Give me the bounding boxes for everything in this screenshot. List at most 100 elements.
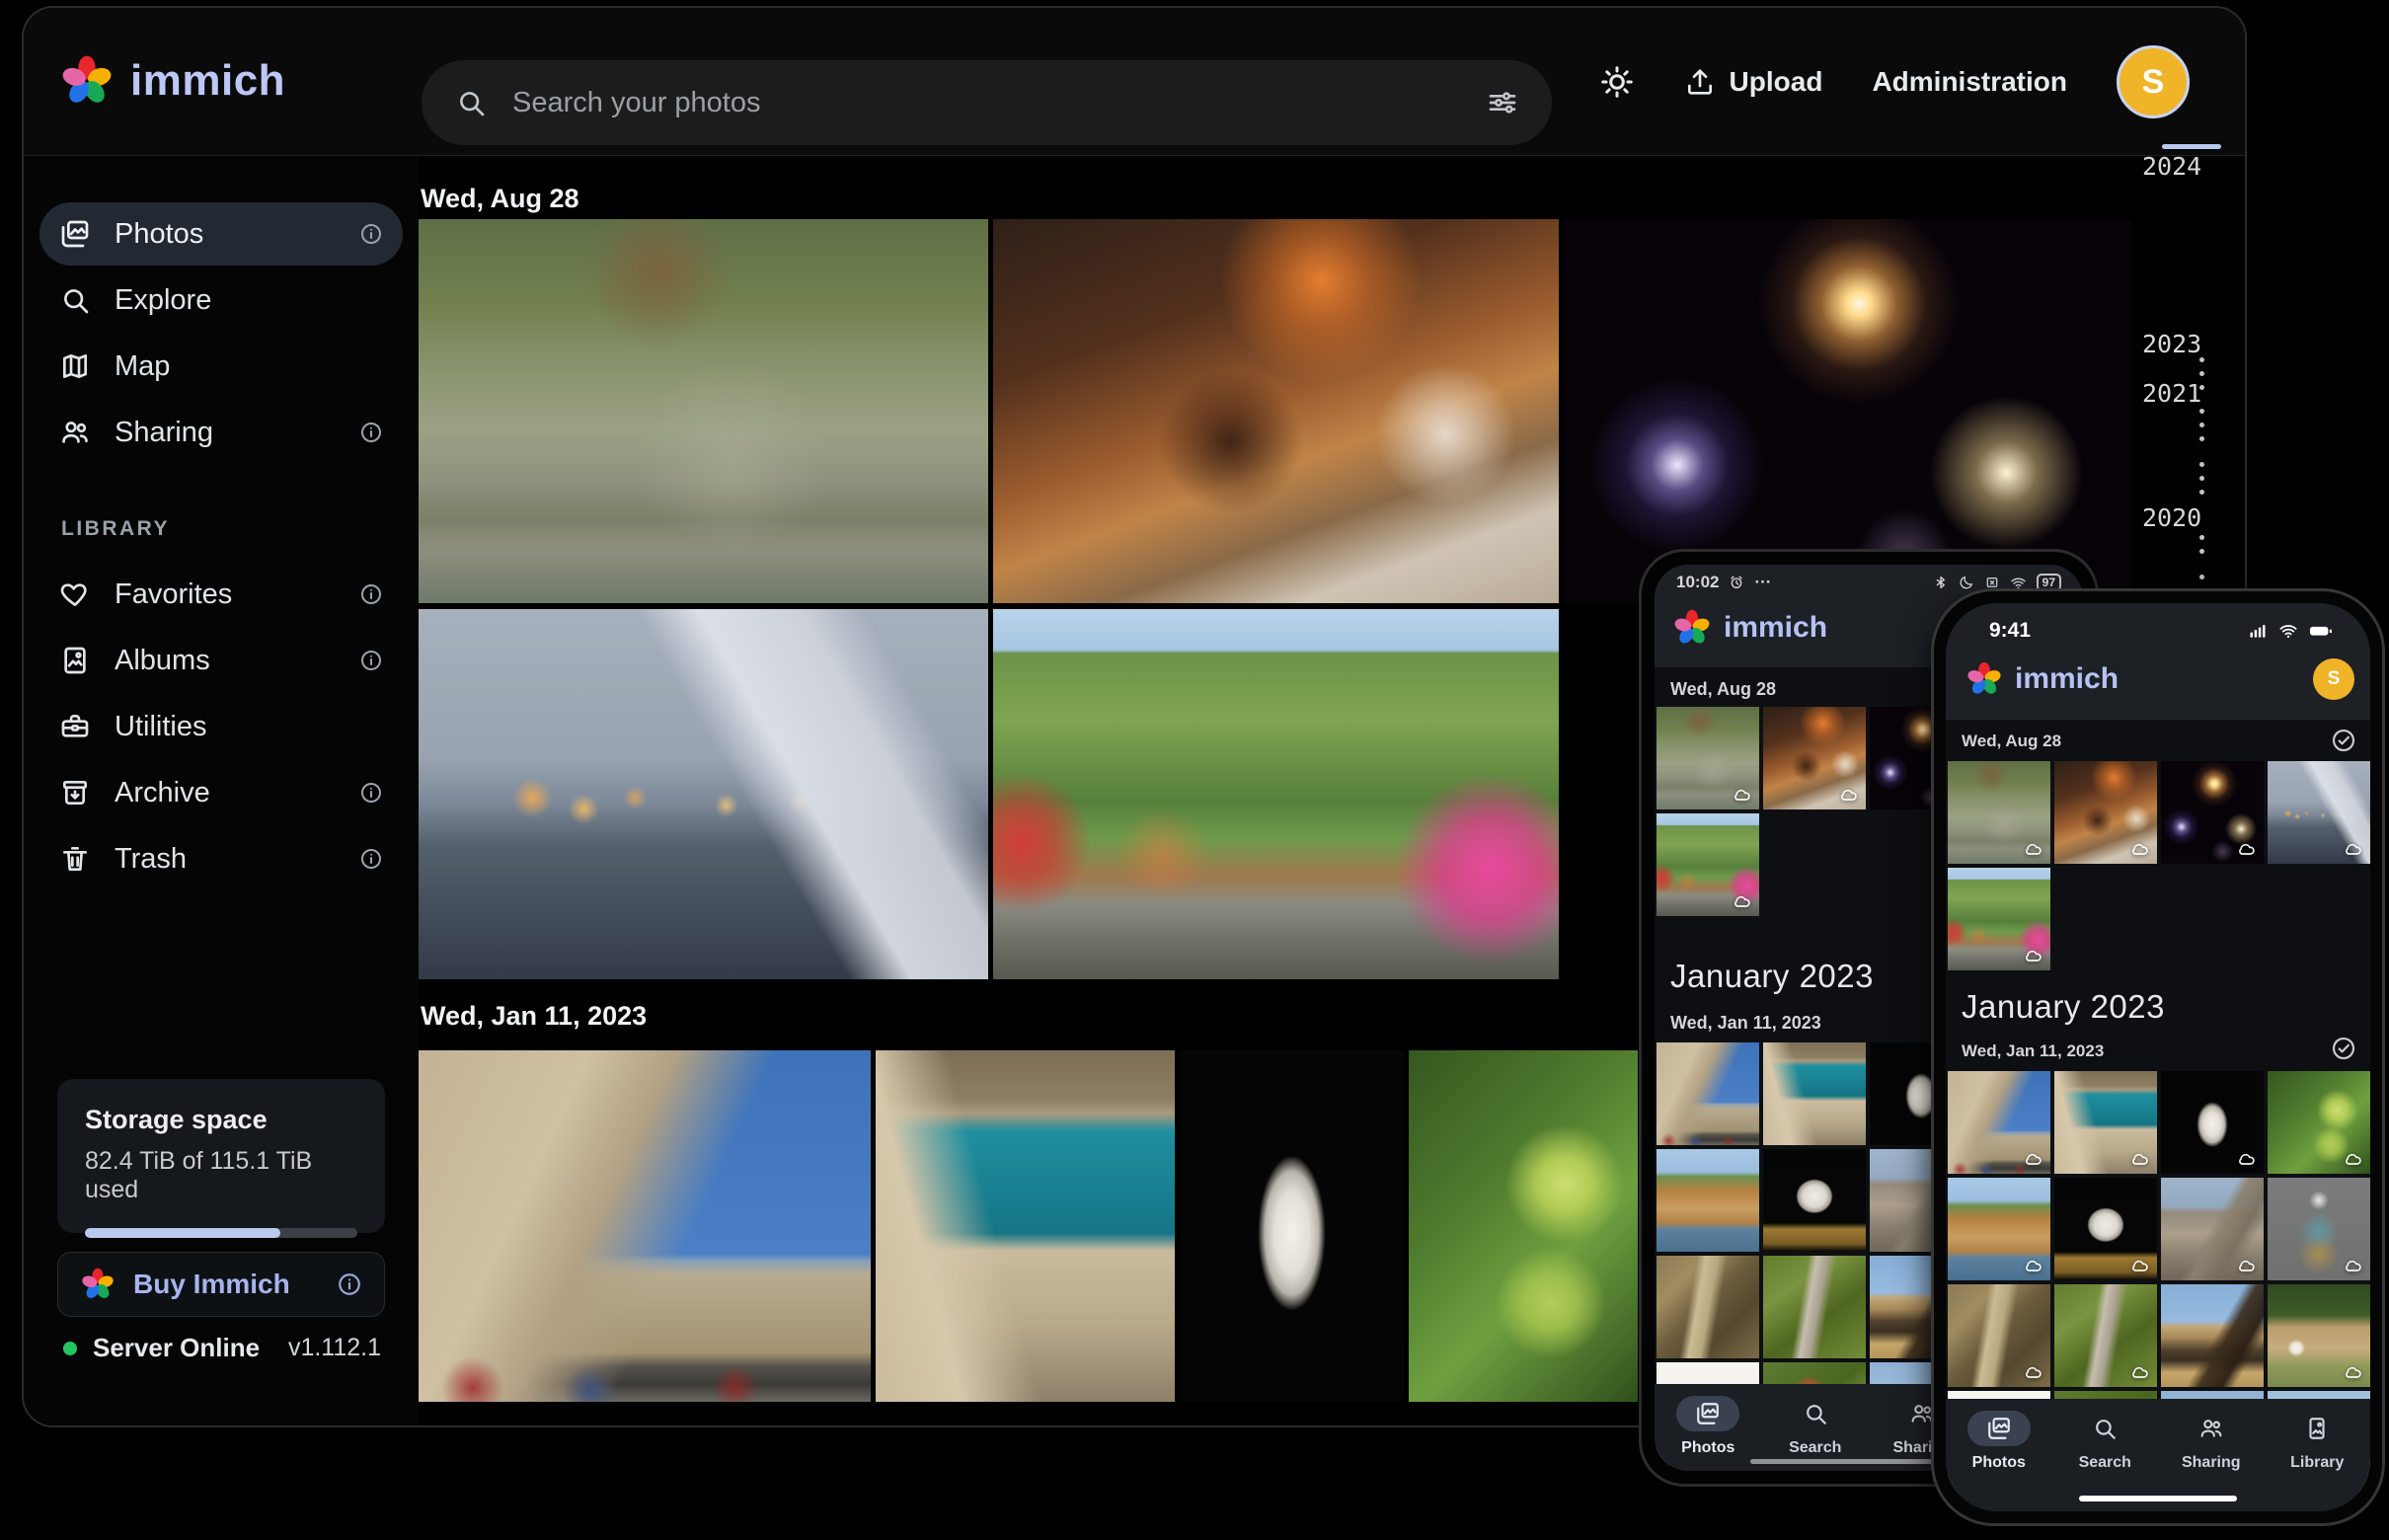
date-group-header: Wed, Aug 28 (1962, 732, 2061, 751)
photo-holding-hands-at-dusk[interactable] (419, 609, 988, 979)
sidebar-item-trash[interactable]: Trash (39, 827, 403, 890)
nav-sharing[interactable]: Sharing (2180, 1399, 2243, 1472)
phone-app-header: 9:41 immich ✓ S (1946, 603, 2370, 720)
photo-marble-bust[interactable] (1180, 1050, 1404, 1402)
buy-immich-label: Buy Immich (133, 1269, 290, 1300)
administration-button[interactable]: Administration (1872, 66, 2067, 98)
cloud-backup-icon (2343, 1149, 2364, 1169)
administration-label: Administration (1872, 66, 2067, 98)
photo-monkeys-in-forest[interactable] (1948, 761, 2050, 864)
search-input[interactable]: Search your photos (422, 60, 1552, 145)
upload-icon (1684, 66, 1716, 98)
app-header: immich Search your photos Upload Adminis… (24, 8, 2245, 156)
photo-autumn-dinner-table[interactable] (2054, 761, 2157, 864)
photo-town-tower[interactable] (2161, 1284, 2264, 1387)
phone-status-bar: 9:41 (1989, 619, 2335, 643)
sidebar-item-archive[interactable]: Archive (39, 761, 403, 824)
storage-progress-fill (85, 1228, 280, 1238)
info-icon[interactable] (337, 1271, 362, 1297)
photo-autumn-dinner-table[interactable] (1763, 707, 1866, 809)
server-version: v1.112.1 (288, 1334, 381, 1362)
nav-search[interactable]: Search (2073, 1399, 2136, 1472)
photo-fireworks[interactable] (2161, 761, 2264, 864)
info-icon[interactable] (359, 421, 383, 444)
home-indicator[interactable] (2079, 1496, 2237, 1502)
user-avatar[interactable]: S (2313, 658, 2354, 700)
nav-photos[interactable]: Photos (1676, 1384, 1739, 1457)
nav-photos[interactable]: Photos (1967, 1399, 2031, 1472)
sidebar-item-sharing[interactable]: Sharing (39, 401, 403, 464)
photo-fort-by-the-sea[interactable] (876, 1050, 1175, 1402)
cloud-backup-icon (2023, 839, 2044, 859)
sidebar-item-explore[interactable]: Explore (39, 269, 403, 332)
sidebar-item-albums[interactable]: Albums (39, 629, 403, 692)
sidebar-item-label: Albums (115, 645, 210, 677)
info-icon[interactable] (359, 222, 383, 246)
photo-marble-sculpture[interactable] (1763, 1149, 1866, 1252)
photo-marble-sculpture[interactable] (2054, 1178, 2157, 1280)
user-avatar[interactable]: S (2117, 45, 2190, 118)
photo-green-berry-plant[interactable] (2268, 1071, 2370, 1174)
select-all-icon[interactable] (2331, 1036, 2356, 1061)
search-filter-icon[interactable] (1487, 87, 1518, 118)
photo-beach-cliff[interactable] (1948, 1178, 2050, 1280)
bluetooth-icon (1933, 575, 1949, 590)
photo-ruined-walls[interactable] (2161, 1178, 2264, 1280)
date-group-header: Wed, Jan 11, 2023 (1670, 1013, 1821, 1034)
sidebar-item-utilities[interactable]: Utilities (39, 695, 403, 758)
people-icon (59, 417, 91, 448)
album-icon (59, 645, 91, 676)
upload-button[interactable]: Upload (1684, 66, 1823, 98)
photo-lizard-on-ground[interactable] (1948, 1284, 2050, 1387)
photo-fort-by-the-sea[interactable] (1763, 1042, 1866, 1145)
photo-fort-by-the-sea[interactable] (2054, 1071, 2157, 1174)
scrubber-handle[interactable] (2162, 144, 2221, 149)
sidebar-item-map[interactable]: Map (39, 335, 403, 398)
photo-autumn-park-path[interactable] (993, 609, 1559, 979)
photo-lizard-on-ground[interactable] (1657, 1256, 1759, 1358)
nav-label: Search (1789, 1439, 1841, 1457)
buy-immich-button[interactable]: Buy Immich (57, 1252, 385, 1317)
photo-monkeys-in-forest[interactable] (1657, 707, 1759, 809)
timeline-scrubber[interactable]: 2024 2023 2021 2020 (2142, 144, 2245, 608)
photo-autumn-park-path[interactable] (1657, 813, 1759, 916)
photo-autumn-park-path[interactable] (1948, 868, 2050, 970)
nav-search[interactable]: Search (1784, 1384, 1847, 1457)
cloud-backup-icon (2023, 1362, 2044, 1382)
photo-fortress-wall-with-cars[interactable] (1948, 1071, 2050, 1174)
info-icon[interactable] (359, 781, 383, 805)
nav-library[interactable]: Library (2285, 1399, 2349, 1472)
cloud-backup-icon (2129, 1256, 2151, 1275)
photo-fortress-wall-with-cars[interactable] (1657, 1042, 1759, 1145)
photo-holding-hands-at-dusk[interactable] (2268, 761, 2370, 864)
photos-icon (1695, 1401, 1721, 1426)
photo-green-berry-plant[interactable] (1409, 1050, 1638, 1402)
cloud-backup-icon (2343, 839, 2364, 859)
select-all-icon[interactable] (2331, 728, 2356, 753)
photo-beach-cliff[interactable] (1657, 1149, 1759, 1252)
sidebar-item-label: Utilities (115, 711, 206, 743)
immich-flower-icon (1672, 608, 1712, 648)
photo-fireworks[interactable] (1564, 219, 2131, 603)
month-header: January 2023 (1670, 958, 1874, 995)
info-icon[interactable] (359, 847, 383, 871)
photo-lizard-on-moss[interactable] (2054, 1284, 2157, 1387)
info-icon[interactable] (359, 649, 383, 672)
photo-fortress-wall-with-cars[interactable] (419, 1050, 871, 1402)
photo-lizard-on-moss[interactable] (1763, 1256, 1866, 1358)
sidebar-item-label: Map (115, 350, 170, 383)
photo-marble-bust[interactable] (2161, 1071, 2264, 1174)
sidebar-item-favorites[interactable]: Favorites (39, 563, 403, 626)
app-logo[interactable]: immich (59, 53, 285, 109)
info-icon[interactable] (359, 582, 383, 606)
library-icon (2304, 1416, 2330, 1441)
theme-toggle-button[interactable] (1599, 64, 1635, 100)
photos-icon (1986, 1416, 2012, 1441)
photo-ornate-ornament[interactable] (2268, 1178, 2370, 1280)
sidebar-item-photos[interactable]: Photos (39, 202, 403, 266)
photo-monkeys-in-forest[interactable] (419, 219, 988, 603)
photo-alpine-farm[interactable] (2268, 1284, 2370, 1387)
alarm-icon (1729, 575, 1744, 590)
photo-autumn-dinner-table[interactable] (993, 219, 1559, 603)
cloud-backup-icon (2129, 1149, 2151, 1169)
